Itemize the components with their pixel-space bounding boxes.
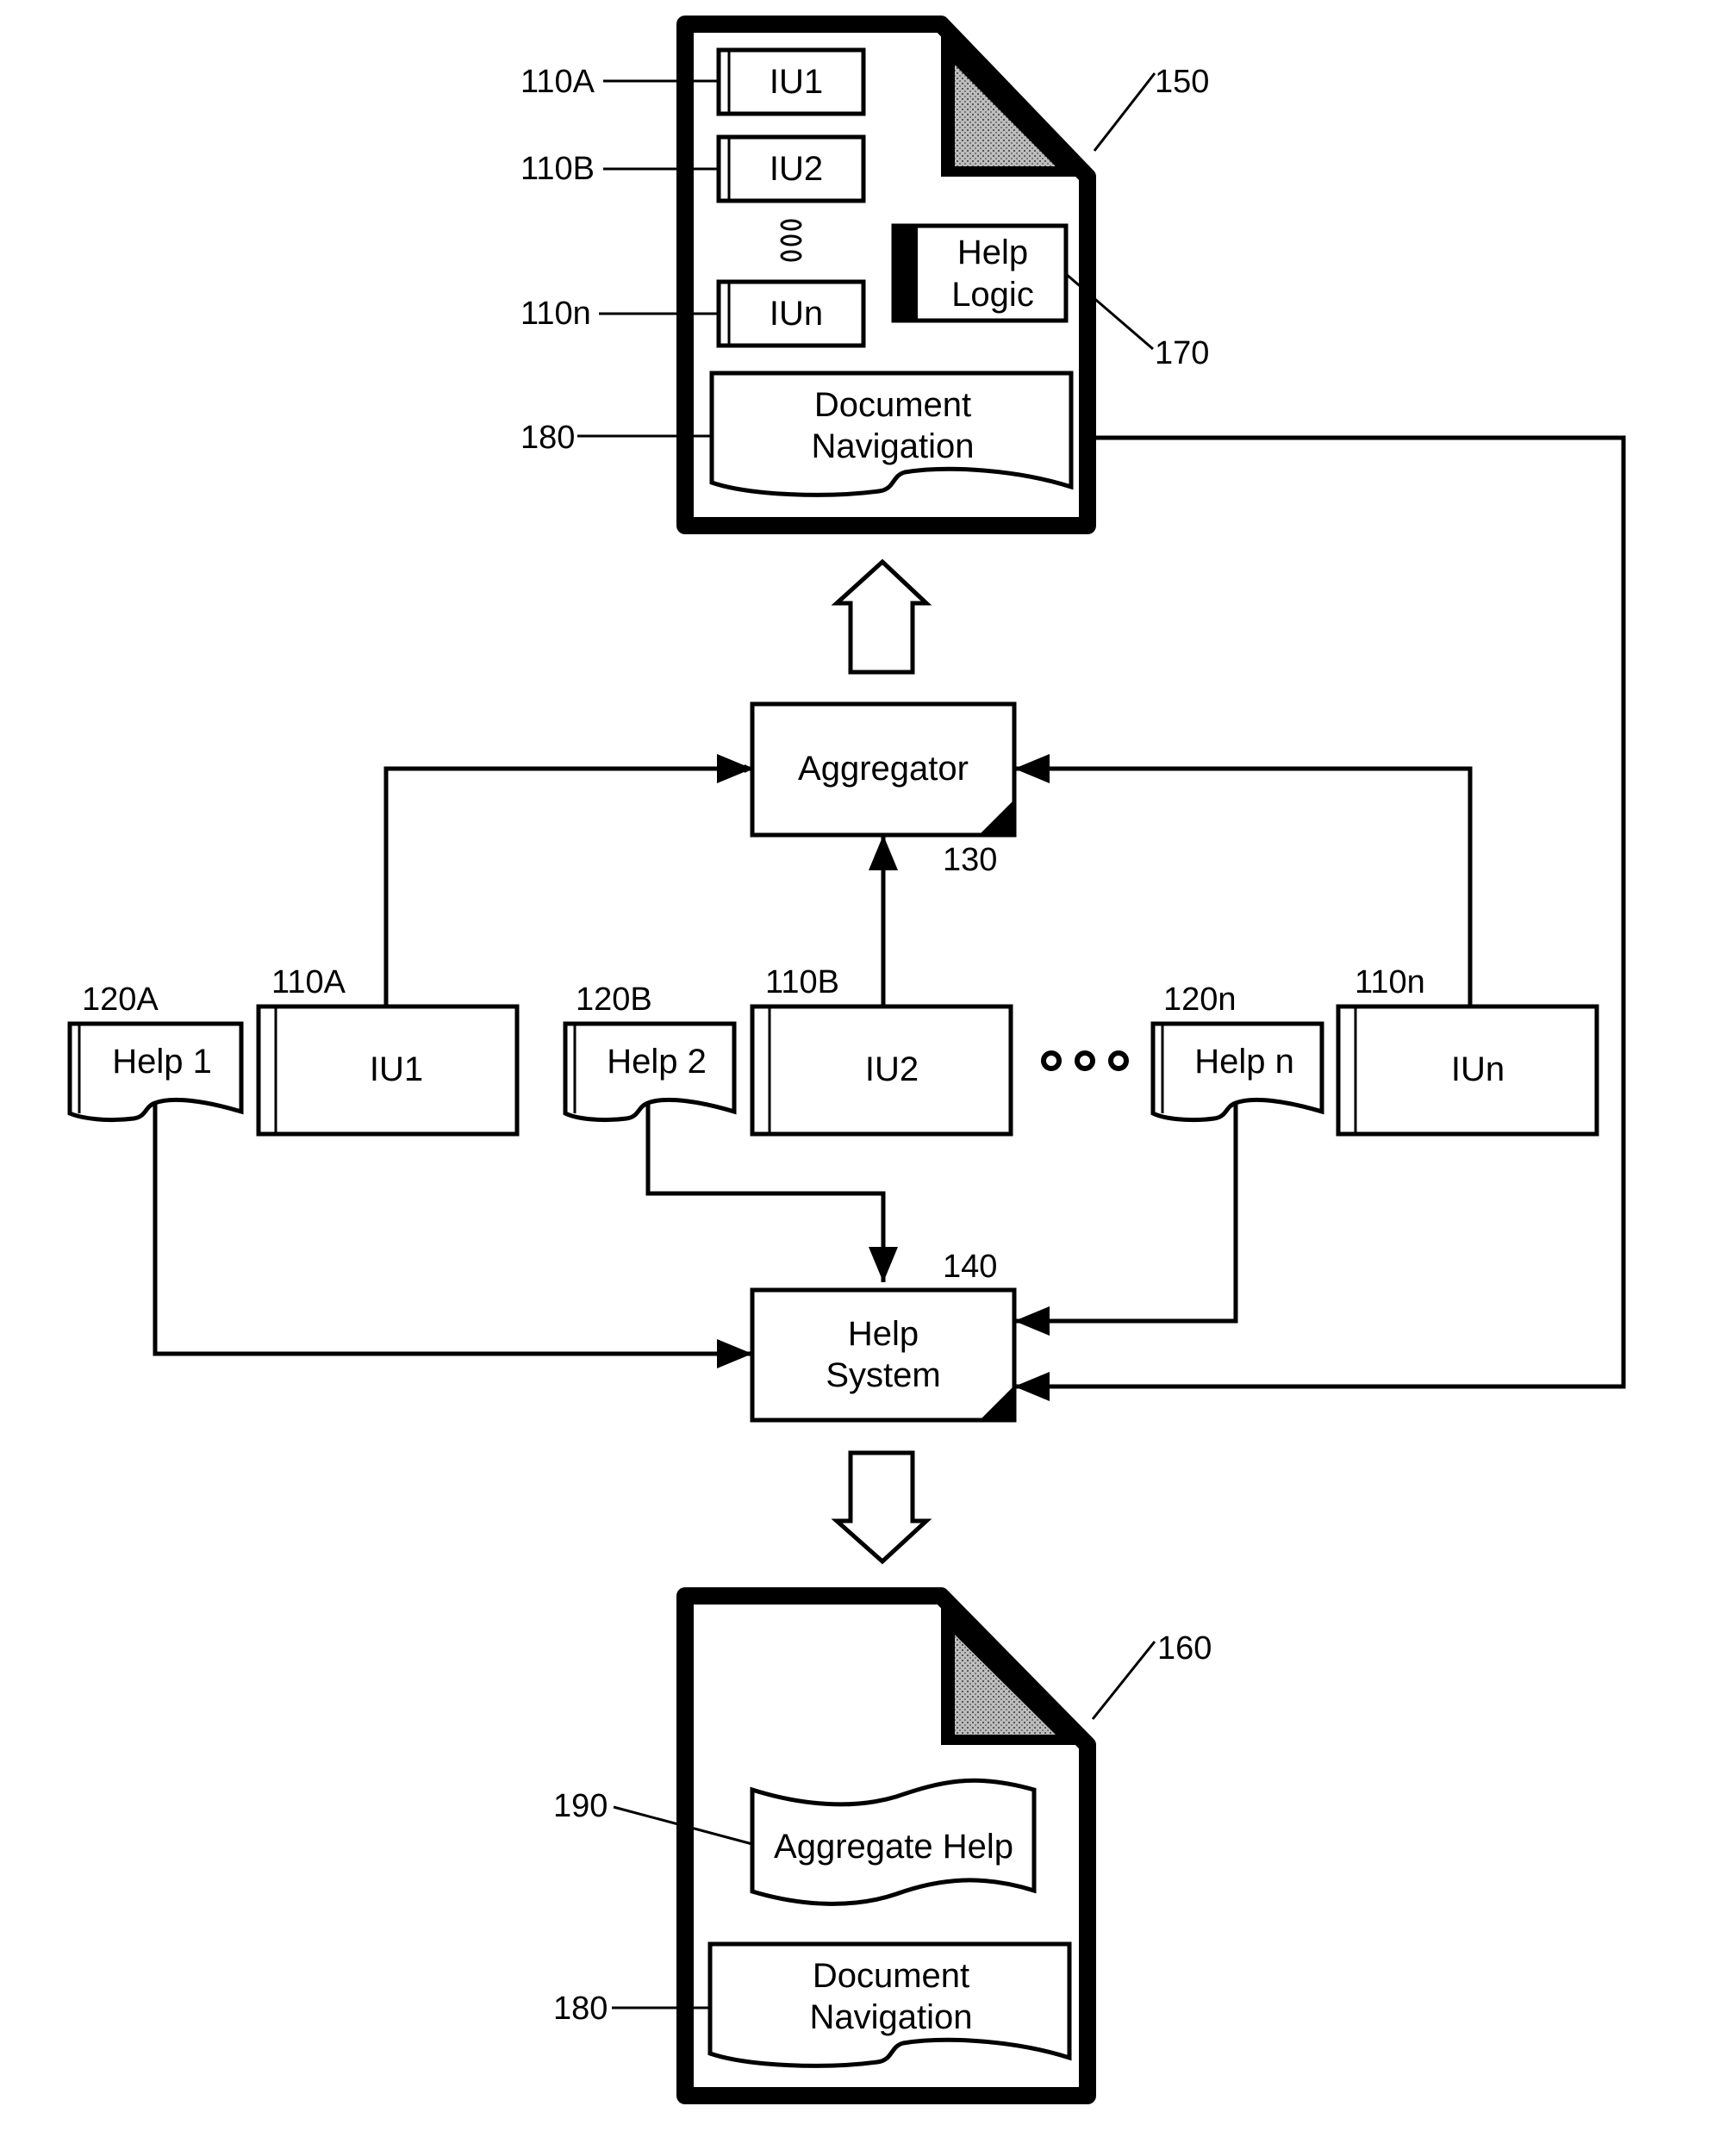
information-unit-n-label: IUn <box>1451 1050 1505 1088</box>
arrowhead-helpn-help-system <box>1014 1306 1050 1336</box>
ref-label-130: 130 <box>943 842 997 878</box>
ref-label-180-bottom: 180 <box>553 1991 608 2027</box>
help-logic-box: Help Logic <box>891 223 1069 323</box>
ref-label-140: 140 <box>943 1249 997 1285</box>
information-unit-n: IUn 110n <box>1336 964 1599 1137</box>
help-document-2: Help 2 120B <box>563 981 737 1123</box>
ref-label-160: 160 <box>1157 1630 1212 1667</box>
arrowhead-help2-help-system <box>869 1247 898 1282</box>
ref-label-110b: 110B <box>765 964 839 1000</box>
connector-help1-to-help-system <box>153 1105 752 1356</box>
inner-unit-iu2-label: IU2 <box>770 150 823 188</box>
inner-unit-iu2: IU2 <box>716 134 866 203</box>
help-document-n: Help n 120n <box>1150 981 1324 1123</box>
ref-label-150: 150 <box>1155 64 1209 100</box>
help-document-n-label: Help n <box>1194 1043 1294 1081</box>
help-logic-line2: Logic <box>951 276 1034 314</box>
aggregate-help-label: Aggregate Help <box>774 1828 1013 1866</box>
ref-label-120b: 120B <box>576 981 652 1018</box>
ref-label-110a: 110A <box>271 964 346 1000</box>
arrowhead-help1-help-system <box>717 1339 752 1368</box>
help-document-1: Help 1 120A <box>67 981 244 1123</box>
help-aggregation-diagram: IU1 IU2 IUn Help Logic Document Navigati… <box>67 16 1626 2104</box>
information-unit-2-label: IU2 <box>865 1050 919 1088</box>
ref-label-120n: 120n <box>1163 981 1237 1018</box>
document-navigation-top-line2: Navigation <box>811 427 974 465</box>
document-160: Aggregate Help Document Navigation 160 1… <box>553 1587 1212 2104</box>
hollow-up-arrow-icon <box>831 558 932 675</box>
help-system-line1: Help <box>848 1315 919 1353</box>
document-150: IU1 IU2 IUn Help Logic Document Navigati… <box>520 16 1209 534</box>
ref-label-110n: 110n <box>1355 964 1425 1000</box>
hollow-down-arrow-icon <box>831 1450 932 1565</box>
document-navigation-bottom-line1: Document <box>813 1957 969 1995</box>
arrowhead-navigation-help-system <box>1014 1372 1050 1401</box>
help-logic-line1: Help <box>957 234 1028 271</box>
ref-label-180-top: 180 <box>520 420 575 456</box>
help-document-1-label: Help 1 <box>112 1043 212 1081</box>
connector-iu1-to-aggregator <box>383 764 753 1006</box>
help-system-line2: System <box>826 1356 940 1394</box>
ref-label-190: 190 <box>553 1788 608 1824</box>
leader-160 <box>1091 1641 1156 1720</box>
inner-unit-iun: IUn <box>716 279 866 348</box>
arrowhead-iun-aggregator <box>1014 754 1050 783</box>
ref-label-110b-top: 110B <box>520 151 595 187</box>
leader-150 <box>1093 72 1156 152</box>
ref-label-110a-top: 110A <box>520 64 595 100</box>
connector-helpn-to-help-system <box>1014 1105 1238 1324</box>
ref-label-120a: 120A <box>82 981 159 1018</box>
inner-unit-iu1: IU1 <box>716 47 866 116</box>
information-unit-1-label: IU1 <box>370 1050 423 1088</box>
document-navigation-bottom-line2: Navigation <box>809 1998 972 2036</box>
inner-unit-iun-label: IUn <box>770 295 823 333</box>
horizontal-ellipsis-icon <box>1041 1050 1129 1071</box>
aggregator-label: Aggregator <box>798 750 969 788</box>
document-navigation-top-line1: Document <box>814 386 971 424</box>
arrowhead-iu1-aggregator <box>717 754 752 783</box>
help-document-2-label: Help 2 <box>607 1043 707 1081</box>
arrowhead-iu2-aggregator <box>869 835 898 870</box>
inner-unit-iu1-label: IU1 <box>770 63 823 101</box>
ref-label-110n-top: 110n <box>520 296 591 332</box>
connector-navigation-to-help-system <box>1014 435 1626 1389</box>
ref-label-170: 170 <box>1155 335 1209 371</box>
